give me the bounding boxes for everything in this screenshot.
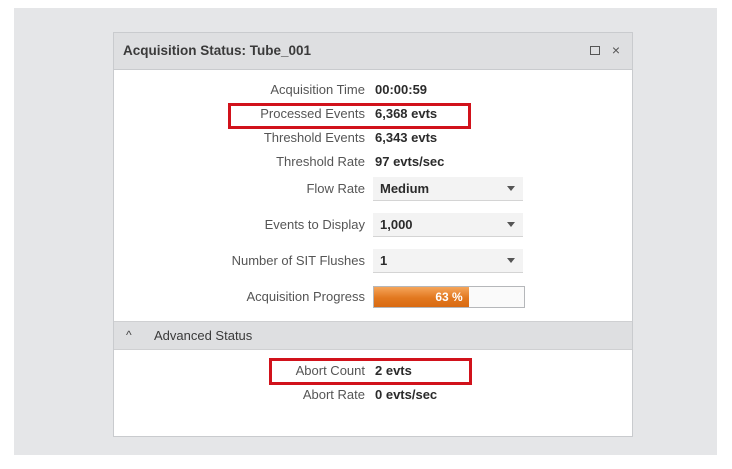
abort-count-row: Abort Count 2 evts: [114, 361, 632, 381]
events-to-display-selected-value: 1,000: [380, 217, 413, 232]
acquisition-progress-row: Acquisition Progress 63 %: [114, 286, 632, 308]
flow-rate-row: Flow Rate Medium: [114, 177, 632, 201]
processed-events-label: Processed Events: [260, 106, 365, 121]
acquisition-time-row: Acquisition Time 00:00:59: [114, 80, 632, 100]
flow-rate-select[interactable]: Medium: [373, 177, 523, 201]
abort-rate-value: 0 evts/sec: [375, 387, 438, 402]
abort-rate-label: Abort Rate: [302, 387, 365, 402]
maximize-icon[interactable]: [588, 42, 602, 58]
threshold-events-value: 6,343 evts: [375, 130, 438, 145]
events-to-display-select[interactable]: 1,000: [373, 213, 523, 237]
advanced-status-toggle[interactable]: ^ Advanced Status: [114, 321, 632, 350]
processed-events-value: 6,368 evts: [375, 106, 438, 121]
processed-events-row: Processed Events 6,368 evts: [114, 104, 632, 124]
acquisition-time-value: 00:00:59: [375, 82, 428, 97]
threshold-rate-row: Threshold Rate 97 evts/sec: [114, 152, 632, 172]
advanced-status-label: Advanced Status: [154, 328, 253, 343]
abort-count-value: 2 evts: [375, 363, 412, 378]
panel-title: Acquisition Status: Tube_001: [123, 43, 312, 58]
sit-flushes-select[interactable]: 1: [373, 249, 523, 273]
events-to-display-label: Events to Display: [264, 217, 365, 232]
abort-rate-row: Abort Rate 0 evts/sec: [114, 385, 632, 405]
chevron-down-icon: [507, 222, 515, 227]
chevron-up-icon: ^: [126, 328, 132, 342]
chevron-down-icon: [507, 186, 515, 191]
events-to-display-row: Events to Display 1,000: [114, 213, 632, 237]
threshold-events-row: Threshold Events 6,343 evts: [114, 128, 632, 148]
acquisition-time-label: Acquisition Time: [270, 82, 365, 97]
threshold-events-label: Threshold Events: [263, 130, 365, 145]
chevron-down-icon: [507, 258, 515, 263]
abort-count-label: Abort Count: [295, 363, 365, 378]
panel-titlebar: Acquisition Status: Tube_001 ×: [114, 33, 632, 70]
acquisition-status-panel: Acquisition Status: Tube_001 × Acquisiti…: [113, 32, 633, 437]
sit-flushes-selected-value: 1: [380, 253, 388, 268]
close-icon[interactable]: ×: [609, 42, 623, 58]
progress-text: 63 %: [435, 290, 463, 304]
flow-rate-label: Flow Rate: [306, 181, 365, 196]
acquisition-progress-bar: 63 %: [373, 286, 525, 308]
acquisition-progress-label: Acquisition Progress: [246, 289, 366, 304]
flow-rate-selected-value: Medium: [380, 181, 430, 196]
threshold-rate-value: 97 evts/sec: [375, 154, 445, 169]
sit-flushes-label: Number of SIT Flushes: [231, 253, 365, 268]
threshold-rate-label: Threshold Rate: [276, 154, 365, 169]
sit-flushes-row: Number of SIT Flushes 1: [114, 249, 632, 273]
